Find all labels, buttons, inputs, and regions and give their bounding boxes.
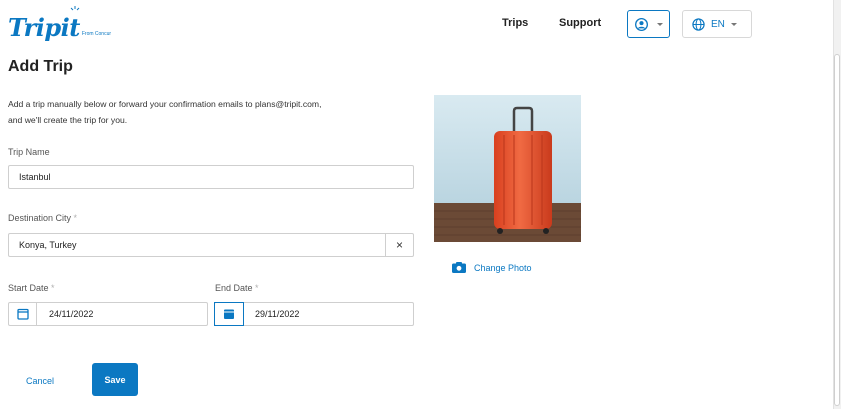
chevron-down-icon	[730, 22, 737, 26]
suitcase-image	[434, 95, 581, 242]
start-date-input[interactable]: 24/11/2022	[8, 302, 208, 326]
nav-support-link[interactable]: Support	[559, 17, 601, 29]
trip-name-label: Trip Name	[8, 147, 50, 157]
camera-icon	[452, 262, 466, 273]
logo-tagline: From Concur	[81, 31, 112, 37]
trip-photo	[434, 95, 581, 242]
scrollbar-thumb[interactable]	[834, 54, 840, 406]
destination-city-label: Destination City *	[8, 213, 78, 223]
start-date-label: Start Date *	[8, 283, 55, 293]
language-select[interactable]: EN	[682, 10, 752, 38]
intro-text: Add a trip manually below or forward you…	[8, 99, 322, 125]
calendar-icon	[16, 308, 29, 320]
calendar-icon	[224, 309, 234, 319]
cancel-button[interactable]: Cancel	[26, 376, 54, 386]
change-photo-button[interactable]: Change Photo	[452, 262, 532, 273]
user-circle-icon	[635, 17, 648, 31]
trip-name-input[interactable]: Istanbul	[8, 165, 414, 189]
page-title: Add Trip	[8, 58, 73, 75]
language-value: EN	[711, 18, 725, 30]
logo-text: Tripit	[8, 13, 80, 42]
save-button[interactable]: Save	[92, 363, 138, 396]
account-menu-button[interactable]	[627, 10, 670, 38]
globe-icon	[692, 17, 705, 31]
nav-trips-link[interactable]: Trips	[502, 17, 528, 29]
clear-destination-button[interactable]: ×	[385, 234, 413, 256]
tripit-logo[interactable]: Tripit From Concur	[8, 6, 111, 40]
chevron-down-icon	[657, 22, 663, 26]
destination-city-input[interactable]: Konya, Turkey ×	[8, 233, 414, 257]
end-date-label: End Date *	[215, 283, 259, 293]
end-date-input[interactable]: 29/11/2022	[214, 302, 414, 326]
logo-spark-icon	[70, 6, 80, 11]
end-date-calendar-button[interactable]	[214, 302, 244, 326]
start-date-calendar-button[interactable]	[9, 303, 37, 325]
